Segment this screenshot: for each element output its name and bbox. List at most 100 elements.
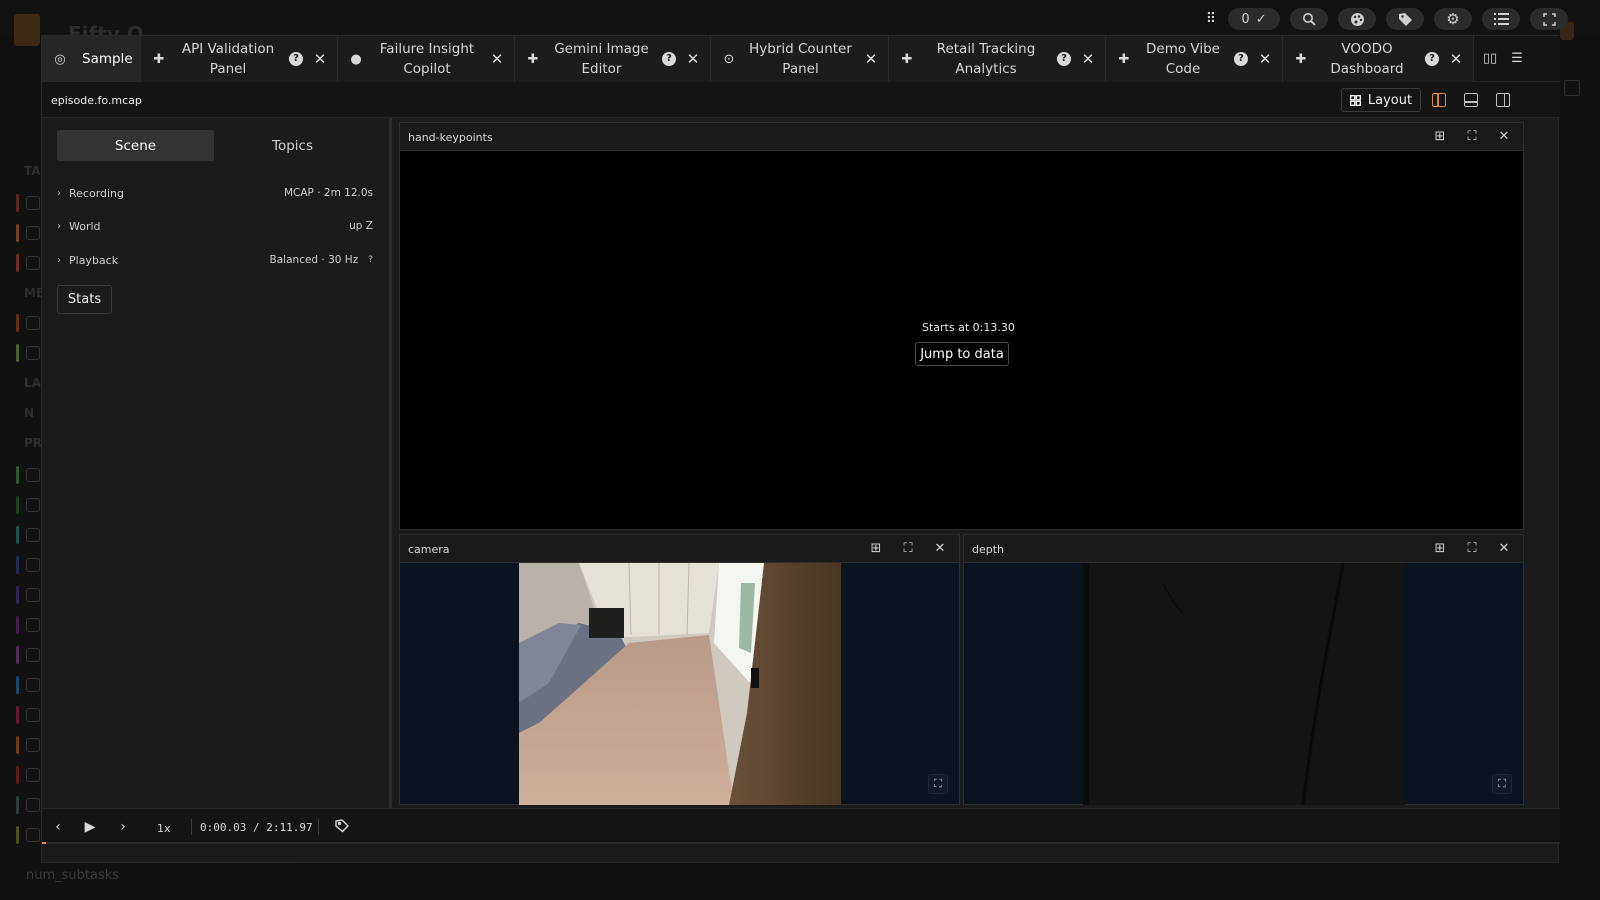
scrubber-progress [42, 842, 46, 844]
panel-title: depth [972, 543, 1005, 556]
drag-grip-icon[interactable]: ⠿ [1204, 9, 1218, 29]
plugin-icon: ✚ [1295, 51, 1307, 67]
tag-icon[interactable] [334, 819, 350, 835]
close-icon[interactable]: ✕ [1497, 130, 1511, 144]
split-columns-icon[interactable]: ▯▯ [1482, 51, 1498, 67]
background-group-label: TA [24, 164, 41, 178]
jump-to-data-button[interactable]: Jump to data [915, 342, 1009, 366]
depth-image [1083, 563, 1405, 805]
expand-icon[interactable]: ⛶ [928, 774, 948, 794]
row-value: Balanced · 30 Hz [269, 254, 359, 266]
panel-header: camera ⊞ ⛶ ✕ [400, 535, 959, 563]
chevron-right-icon: › [57, 254, 61, 266]
split-panel-icon[interactable]: ⊞ [869, 542, 883, 556]
task-counter-value: 0 [1241, 11, 1250, 27]
tab-failure-insight-copilot[interactable]: ● Failure Insight Copilot ✕ [338, 36, 515, 82]
depth-panel: depth ⊞ ⛶ ✕ ⛶ [963, 534, 1524, 805]
close-icon[interactable]: ✕ [1081, 50, 1095, 68]
fullscreen-button[interactable] [1530, 8, 1568, 30]
help-hint[interactable]: ? [368, 255, 373, 265]
background-side-icon [1564, 80, 1580, 96]
close-icon[interactable]: ✕ [1449, 50, 1463, 68]
split-panel-icon[interactable]: ⊞ [1433, 542, 1447, 556]
hand-keypoints-panel: hand-keypoints ⊞ ⛶ ✕ Starts at 0:13.30 J… [399, 122, 1524, 530]
next-frame-button[interactable]: › [115, 819, 131, 835]
row-name: Recording [69, 186, 125, 200]
stats-button[interactable]: Stats [57, 285, 112, 314]
panel-title: hand-keypoints [408, 131, 493, 144]
close-icon[interactable]: ✕ [313, 50, 327, 68]
panel-title: camera [408, 543, 450, 556]
world-row[interactable]: › World up Z [57, 216, 373, 236]
maximize-icon[interactable]: ⛶ [1465, 130, 1479, 144]
tab-label: Retail Tracking Analytics [936, 41, 1036, 77]
layout-button-label: Layout [1367, 92, 1413, 108]
list-button[interactable] [1482, 8, 1520, 30]
close-icon[interactable]: ✕ [933, 542, 947, 556]
close-icon[interactable]: ✕ [864, 50, 878, 68]
playback-speed[interactable]: 1x [157, 822, 171, 835]
tab-demo-vibe-code[interactable]: ✚ Demo Vibe Code ? ✕ [1106, 36, 1283, 82]
close-icon[interactable]: ✕ [1258, 50, 1272, 68]
maximize-icon[interactable]: ⛶ [901, 542, 915, 556]
close-icon[interactable]: ✕ [1497, 542, 1511, 556]
help-icon[interactable]: ? [289, 52, 303, 66]
tab-voodo-dashboard[interactable]: ✚ VOODO Dashboard ? ✕ [1283, 36, 1474, 82]
help-icon[interactable]: ? [662, 52, 676, 66]
file-name: episode.fo.mcap [51, 94, 142, 107]
left-panel-tabs: Scene Topics [57, 130, 371, 161]
tab-scene[interactable]: Scene [57, 130, 214, 161]
help-icon[interactable]: ? [1425, 52, 1439, 66]
target-icon: ⊙ [723, 51, 735, 67]
top-toolbar: ⠿ 0 ✓ ⚙ [1204, 8, 1568, 30]
help-icon[interactable]: ? [1234, 52, 1248, 66]
bottom-panel-layout-icon[interactable] [1464, 93, 1478, 107]
row-name: World [69, 219, 101, 233]
left-sidebar-layout-icon[interactable] [1432, 93, 1446, 107]
previous-frame-button[interactable]: ‹ [50, 819, 66, 835]
play-button[interactable]: ▶ [82, 819, 98, 835]
split-rows-icon[interactable]: ☰ [1509, 51, 1525, 67]
background-group-label: PR [24, 436, 43, 450]
plugin-icon: ✚ [901, 51, 913, 67]
playback-row[interactable]: › Playback Balanced · 30 Hz ? [57, 250, 373, 270]
file-bar: episode.fo.mcap Layout [42, 82, 1560, 118]
row-value: MCAP · 2m 12.0s [283, 187, 373, 199]
help-icon[interactable]: ? [1057, 52, 1071, 66]
layout-button[interactable]: Layout [1341, 88, 1421, 112]
divider [191, 819, 192, 835]
chevron-right-icon: › [57, 187, 61, 199]
palette-icon [1350, 12, 1364, 26]
plugin-icon: ✚ [1118, 51, 1130, 67]
background-bottom-item: num_subtasks [26, 868, 120, 883]
search-button[interactable] [1290, 8, 1328, 30]
tab-gemini-image-editor[interactable]: ✚ Gemini Image Editor ? ✕ [515, 36, 711, 82]
panel-header: hand-keypoints ⊞ ⛶ ✕ [400, 123, 1523, 151]
settings-button[interactable]: ⚙ [1434, 8, 1472, 30]
divider [318, 819, 319, 835]
close-icon[interactable]: ✕ [686, 50, 700, 68]
tab-api-validation-panel[interactable]: ✚ API Validation Panel ? ✕ [141, 36, 338, 82]
close-icon[interactable]: ✕ [490, 50, 504, 68]
grid-icon [1349, 94, 1361, 106]
list-icon [1493, 13, 1509, 25]
tab-topics[interactable]: Topics [214, 130, 371, 161]
right-sidebar-layout-icon[interactable] [1496, 93, 1510, 107]
camera-viewport [400, 563, 959, 805]
tab-label: Hybrid Counter Panel [749, 41, 852, 77]
tab-retail-tracking-analytics[interactable]: ✚ Retail Tracking Analytics ? ✕ [889, 36, 1106, 82]
search-icon [1303, 13, 1316, 26]
bulb-icon: ● [350, 51, 362, 67]
tab-hybrid-counter-panel[interactable]: ⊙ Hybrid Counter Panel ✕ [711, 36, 889, 82]
palette-button[interactable] [1338, 8, 1376, 30]
expand-icon[interactable]: ⛶ [1492, 774, 1512, 794]
camera-panel: camera ⊞ ⛶ ✕ ⛶ [399, 534, 960, 805]
time-readout: 0:00.03 / 2:11.97 [200, 821, 313, 834]
maximize-icon[interactable]: ⛶ [1465, 542, 1479, 556]
tag-button[interactable] [1386, 8, 1424, 30]
timeline-scrubber[interactable] [42, 842, 1560, 844]
split-panel-icon[interactable]: ⊞ [1433, 130, 1447, 144]
task-counter-button[interactable]: 0 ✓ [1228, 8, 1280, 30]
tab-sample[interactable]: ◎ Sample [42, 36, 141, 82]
recording-row[interactable]: › Recording MCAP · 2m 12.0s [57, 183, 373, 203]
